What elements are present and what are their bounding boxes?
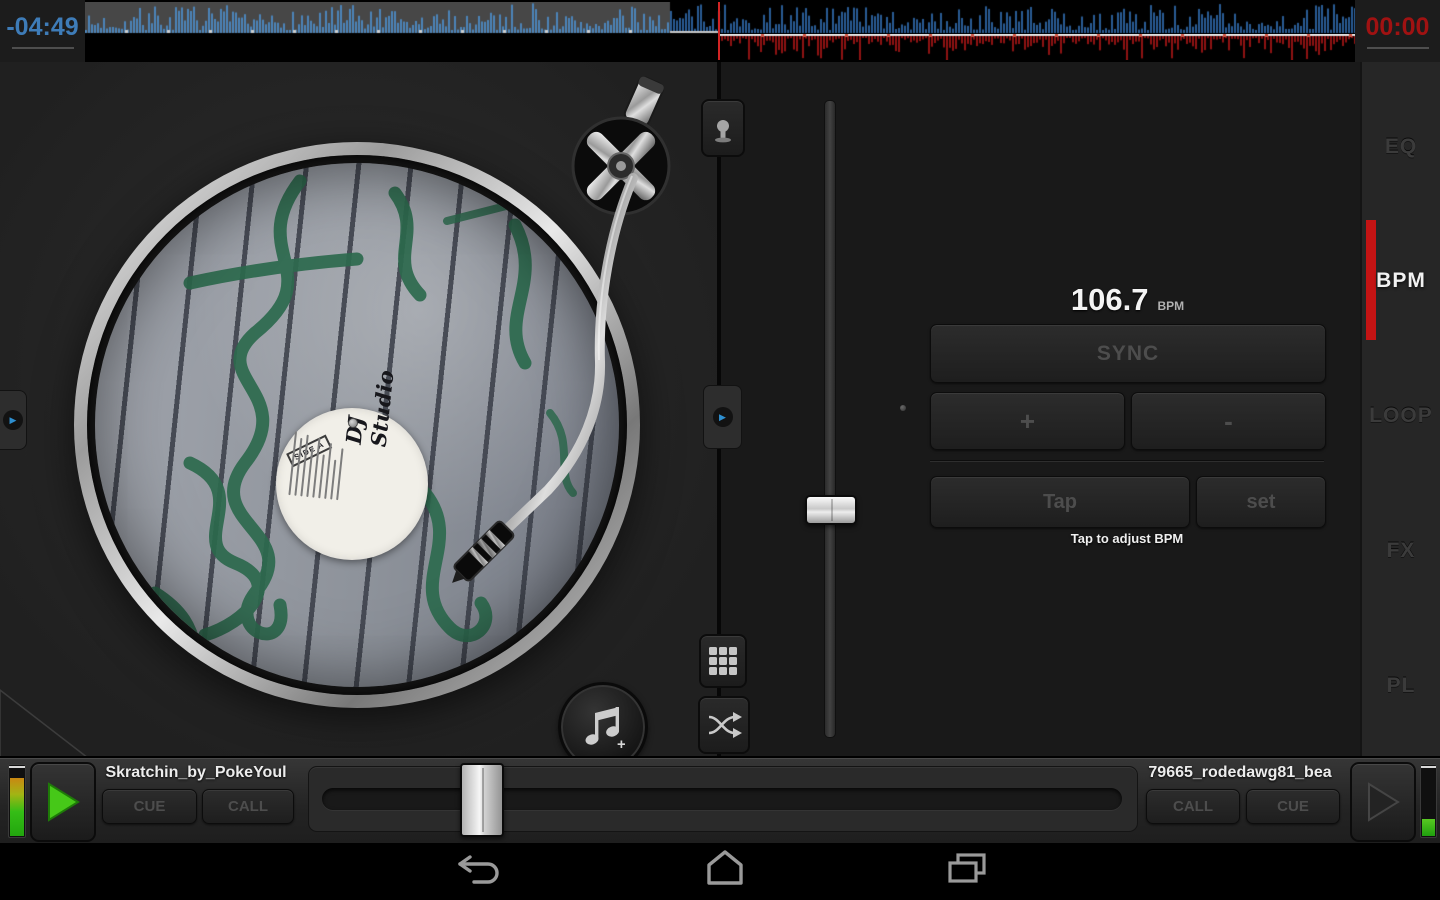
chevron-right-icon: ▶ — [3, 410, 23, 430]
bpm-unit: BPM — [1157, 299, 1184, 313]
deck-a-call-button[interactable]: CALL — [202, 789, 294, 824]
tonearm-headshell — [444, 520, 515, 591]
bpm-minus-button[interactable]: - — [1131, 392, 1326, 450]
sidebar-item-eq[interactable]: EQ — [1362, 133, 1440, 161]
recents-icon — [944, 852, 990, 888]
grid-icon — [708, 646, 738, 676]
crossfader-handle[interactable] — [460, 763, 504, 837]
deck-a-time-display[interactable]: -04:49 — [0, 0, 85, 62]
sync-button[interactable]: SYNC — [930, 324, 1326, 383]
corner-fold-shape — [0, 688, 88, 758]
deck-b-vu-meter — [1420, 764, 1437, 838]
bpm-readout: 106.7 BPM — [930, 282, 1325, 318]
nav-home-button[interactable] — [702, 849, 748, 887]
sidebar-item-loop[interactable]: LOOP — [1362, 402, 1440, 430]
chevron-right-icon: ▶ — [713, 407, 733, 427]
home-icon — [702, 849, 748, 887]
waveform-strip — [85, 0, 1355, 62]
set-button[interactable]: set — [1196, 476, 1326, 528]
deck-b-waveform[interactable] — [85, 34, 1355, 60]
nav-back-button[interactable] — [456, 851, 502, 889]
deck-b-cue-button[interactable]: CUE — [1246, 789, 1340, 824]
deck-a-vu-meter — [8, 764, 26, 838]
deck-a-waveform[interactable] — [85, 2, 1355, 34]
play-icon — [1366, 782, 1400, 822]
pitch-slider-track[interactable] — [824, 100, 836, 738]
deck-b-time-display[interactable]: 00:00 — [1355, 0, 1440, 62]
tonearm — [0, 62, 718, 758]
pin-icon — [712, 113, 734, 143]
tap-button[interactable]: Tap — [930, 476, 1190, 528]
dj-studio-app: -04:49 00:00 — [0, 0, 1440, 900]
deck-b-call-button[interactable]: CALL — [1146, 789, 1240, 824]
shuffle-arrows-icon — [705, 709, 743, 741]
sidebar-item-bpm[interactable]: BPM — [1362, 267, 1440, 295]
deck-b-time-underline — [1367, 47, 1429, 49]
deck-a-time-underline — [12, 47, 74, 49]
crossfader-curve-button[interactable] — [698, 696, 750, 754]
deck-b-time-value: 00:00 — [1366, 13, 1430, 42]
turntable-deck: SIDE A DJ Studio — [0, 62, 718, 758]
settings-corner[interactable] — [0, 688, 88, 758]
waveform-topbar: -04:49 00:00 — [0, 0, 1440, 62]
play-icon — [46, 782, 80, 822]
deck-a-track-title: Skratchin_by_PokeYoul — [92, 762, 300, 784]
cue-marker-button[interactable] — [701, 99, 745, 157]
sampler-grid-button[interactable] — [699, 634, 747, 688]
pitch-slider-handle[interactable] — [805, 495, 857, 525]
bpm-value: 106.7 — [1071, 282, 1149, 318]
back-icon — [457, 854, 501, 886]
deck-a-cue-button[interactable]: CUE — [102, 789, 197, 824]
deck-b-track-title: 79665_rodedawg81_bea — [1134, 762, 1346, 784]
deck-a-time-value: -04:49 — [6, 13, 78, 42]
center-pager-tab[interactable]: ▶ — [703, 385, 742, 449]
music-note-plus-icon: + — [581, 703, 625, 751]
bpm-hint-text: Tap to adjust BPM — [930, 531, 1324, 546]
svg-text:+: + — [617, 736, 625, 751]
crossfader-groove — [322, 788, 1122, 810]
sidebar-item-pl[interactable]: PL — [1362, 672, 1440, 700]
panel-screw — [900, 405, 906, 411]
left-pager-tab[interactable]: ▶ — [0, 390, 27, 450]
bpm-panel: 106.7 BPM SYNC + - Tap set Tap to adjust… — [721, 62, 1360, 758]
sidebar-item-fx[interactable]: FX — [1362, 537, 1440, 565]
bpm-plus-button[interactable]: + — [930, 392, 1125, 450]
deck-b-play-button[interactable] — [1350, 762, 1416, 842]
playhead-line — [718, 2, 720, 60]
nav-recents-button[interactable] — [944, 851, 990, 889]
deck-a-play-button[interactable] — [30, 762, 96, 842]
bpm-divider-line — [930, 460, 1324, 462]
